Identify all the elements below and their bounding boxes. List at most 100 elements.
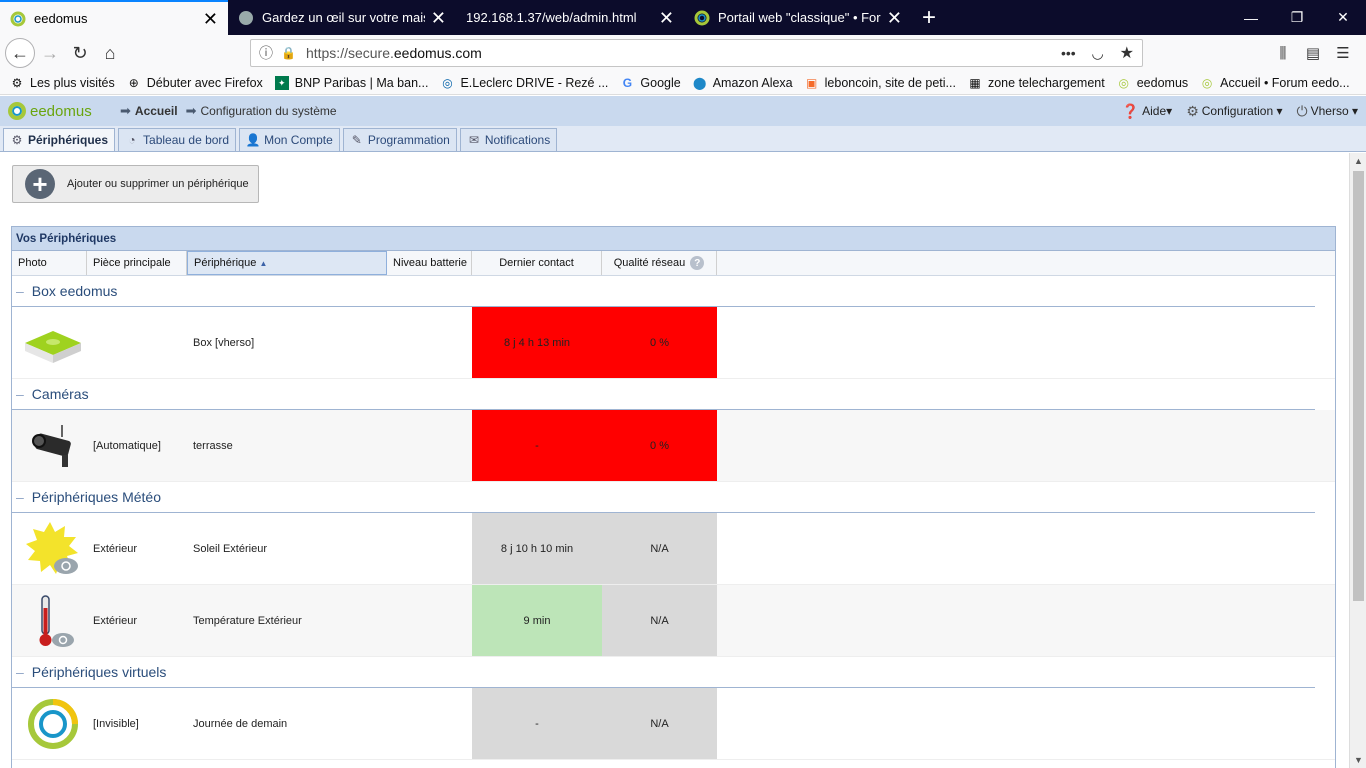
device-photo bbox=[12, 585, 87, 656]
row-batterie bbox=[387, 688, 472, 759]
bookmark-forum[interactable]: ◎ Accueil • Forum eedo... bbox=[1200, 76, 1350, 90]
bookmark-firefox[interactable]: ⊕ Débuter avec Firefox bbox=[127, 76, 263, 90]
close-tab-icon[interactable]: ✕ bbox=[431, 9, 446, 27]
bookmark-leboncoin[interactable]: ▣ leboncoin, site de peti... bbox=[805, 76, 956, 90]
info-icon[interactable]: ⓘ bbox=[259, 43, 273, 63]
column-peripherique[interactable]: Périphérique ▲ bbox=[187, 251, 387, 275]
page-actions-icon[interactable]: ••• bbox=[1061, 45, 1076, 61]
panel-title: Vos Périphériques bbox=[12, 227, 1335, 251]
url-bar[interactable]: ⓘ 🔒 https://secure.eedomus.com ••• ◡ ★ bbox=[250, 39, 1143, 67]
row-qualite: N/A bbox=[602, 513, 717, 584]
help-menu[interactable]: ❓ Aide ▾ bbox=[1122, 103, 1173, 120]
tab-peripheriques[interactable]: ⚙ Périphériques bbox=[3, 128, 116, 151]
gear-icon: ⚙ bbox=[11, 75, 23, 90]
row-batterie bbox=[387, 410, 472, 481]
table-row[interactable]: [Invisible] Journée de demain - N/A bbox=[12, 688, 1335, 760]
tab-title: 192.168.1.37/web/admin.html bbox=[466, 10, 637, 25]
tab-tableau-de-bord[interactable]: ◔ Tableau de bord bbox=[118, 128, 237, 151]
browser-tab-forum[interactable]: Portail web "classique" • Forum ✕ bbox=[684, 0, 912, 35]
camera-icon bbox=[31, 424, 71, 467]
forward-arrow-icon[interactable]: → bbox=[35, 38, 65, 68]
user-menu[interactable]: ⏻ Vherso ▾ bbox=[1297, 103, 1358, 120]
pocket-icon[interactable]: ◡ bbox=[1092, 45, 1104, 61]
bookmark-alexa[interactable]: ⬤ Amazon Alexa bbox=[693, 76, 793, 90]
new-tab-icon[interactable]: + bbox=[912, 0, 946, 35]
table-row[interactable]: Box [vherso] 8 j 4 h 13 min 0 % bbox=[12, 307, 1335, 379]
close-tab-icon[interactable]: ✕ bbox=[203, 10, 218, 28]
close-tab-icon[interactable]: ✕ bbox=[887, 9, 902, 27]
window-controls: — ❐ ✕ bbox=[1228, 0, 1366, 35]
home-icon[interactable]: ⌂ bbox=[95, 38, 125, 68]
bookmark-eedomus[interactable]: ◎ eedomus bbox=[1117, 76, 1188, 90]
user-icon: 👤 bbox=[245, 133, 261, 147]
sidebar-icon[interactable]: ▤ bbox=[1298, 44, 1328, 62]
reload-icon[interactable]: ↻ bbox=[65, 38, 95, 68]
row-qualite: N/A bbox=[602, 585, 717, 656]
column-batterie[interactable]: Niveau batterie bbox=[387, 251, 472, 275]
eedomus-favicon-icon bbox=[10, 11, 26, 26]
thermometer-icon bbox=[39, 594, 74, 647]
bookmark-google[interactable]: G Google bbox=[620, 76, 681, 90]
plus-icon: + bbox=[25, 169, 55, 199]
bookmark-star-icon[interactable]: ★ bbox=[1120, 45, 1134, 62]
row-piece: [Invisible] bbox=[93, 717, 139, 730]
table-row[interactable]: Extérieur Soleil Extérieur 8 j 10 h 10 m… bbox=[12, 513, 1335, 585]
breadcrumb-home[interactable]: Accueil bbox=[135, 104, 178, 118]
browser-tab-eedomus[interactable]: eedomus ✕ bbox=[0, 0, 228, 35]
tools-icon: ✎ bbox=[351, 133, 362, 147]
vertical-scrollbar[interactable]: ▲ ▼ bbox=[1349, 153, 1366, 768]
table-row[interactable]: Extérieur Température Extérieur 9 min N/… bbox=[12, 585, 1335, 657]
column-piece[interactable]: Pièce principale bbox=[87, 251, 187, 275]
tab-title: eedomus bbox=[34, 11, 88, 26]
config-menu[interactable]: ⚙ Configuration ▾ bbox=[1186, 103, 1282, 120]
menu-icon[interactable]: ☰ bbox=[1328, 44, 1358, 62]
restore-icon[interactable]: ❐ bbox=[1274, 0, 1320, 35]
row-peripherique: Soleil Extérieur bbox=[193, 542, 267, 555]
scroll-up-icon[interactable]: ▲ bbox=[1350, 156, 1366, 166]
power-icon: ⏻ bbox=[1296, 102, 1308, 119]
arrow-right-icon: ➡ bbox=[185, 103, 197, 118]
browser-tab-admin[interactable]: 192.168.1.37/web/admin.html ✕ bbox=[456, 0, 684, 35]
row-contact: 9 min bbox=[472, 585, 602, 656]
bookmark-leclerc[interactable]: ◎ E.Leclerc DRIVE - Rezé ... bbox=[440, 76, 608, 90]
row-peripherique: Box [vherso] bbox=[193, 336, 255, 349]
close-window-icon[interactable]: ✕ bbox=[1320, 0, 1366, 35]
column-contact[interactable]: Dernier contact bbox=[472, 251, 602, 275]
minimize-icon[interactable]: — bbox=[1228, 0, 1274, 35]
group-header[interactable]: – Périphériques Météo bbox=[12, 482, 1315, 513]
bookmark-bnp[interactable]: ✦ BNP Paribas | Ma ban... bbox=[274, 75, 428, 90]
eedomus-logo[interactable]: eedomus bbox=[8, 102, 118, 120]
group-header[interactable]: – Box eedomus bbox=[12, 276, 1315, 307]
leclerc-icon: ◎ bbox=[442, 75, 453, 90]
bookmarks-bar: ⚙ Les plus visités ⊕ Débuter avec Firefox … bbox=[0, 71, 1366, 95]
browser-tab-gardez[interactable]: Gardez un œil sur votre maison ✕ bbox=[228, 0, 456, 35]
tab-mon-compte[interactable]: 👤 Mon Compte bbox=[239, 128, 340, 151]
close-tab-icon[interactable]: ✕ bbox=[659, 9, 674, 27]
navigation-bar: ← → ↻ ⌂ ⓘ 🔒 https://secure.eedomus.com •… bbox=[0, 35, 1366, 71]
scrollbar-thumb[interactable] bbox=[1353, 171, 1364, 601]
globe-icon: ⊕ bbox=[128, 75, 139, 90]
tab-programmation[interactable]: ✎ Programmation bbox=[342, 128, 457, 151]
add-device-button[interactable]: + Ajouter ou supprimer un périphérique bbox=[12, 165, 259, 203]
bookmark-most-visited[interactable]: ⚙ Les plus visités bbox=[10, 76, 115, 90]
url-text: https://secure.eedomus.com bbox=[305, 45, 482, 61]
column-qualite[interactable]: Qualité réseau? bbox=[602, 251, 717, 275]
logo-ring-icon bbox=[8, 102, 26, 120]
row-qualite: 0 % bbox=[602, 307, 717, 378]
library-icon[interactable]: ⫼ bbox=[1268, 45, 1298, 62]
device-photo bbox=[12, 410, 87, 481]
group-header[interactable]: – Caméras bbox=[12, 379, 1315, 410]
breadcrumb: ➡ Accueil ➡ Configuration du système bbox=[118, 103, 337, 119]
help-icon[interactable]: ? bbox=[690, 256, 705, 270]
column-photo[interactable]: Photo bbox=[12, 251, 87, 275]
group-header[interactable]: – Périphériques virtuels bbox=[12, 657, 1315, 688]
caret-down-icon: ▾ bbox=[1276, 104, 1283, 118]
bookmark-zone[interactable]: ▦ zone telechargement bbox=[968, 76, 1104, 90]
scroll-down-icon[interactable]: ▼ bbox=[1350, 755, 1366, 765]
collapse-icon: – bbox=[16, 489, 24, 505]
tab-notifications[interactable]: ✉ Notifications bbox=[459, 128, 558, 151]
back-arrow-icon[interactable]: ← bbox=[5, 38, 35, 68]
table-header: Photo Pièce principale Périphérique ▲ Ni… bbox=[12, 251, 1335, 276]
table-row[interactable]: [Automatique] terrasse - 0 % bbox=[12, 410, 1335, 482]
forum-favicon-icon bbox=[694, 10, 710, 25]
